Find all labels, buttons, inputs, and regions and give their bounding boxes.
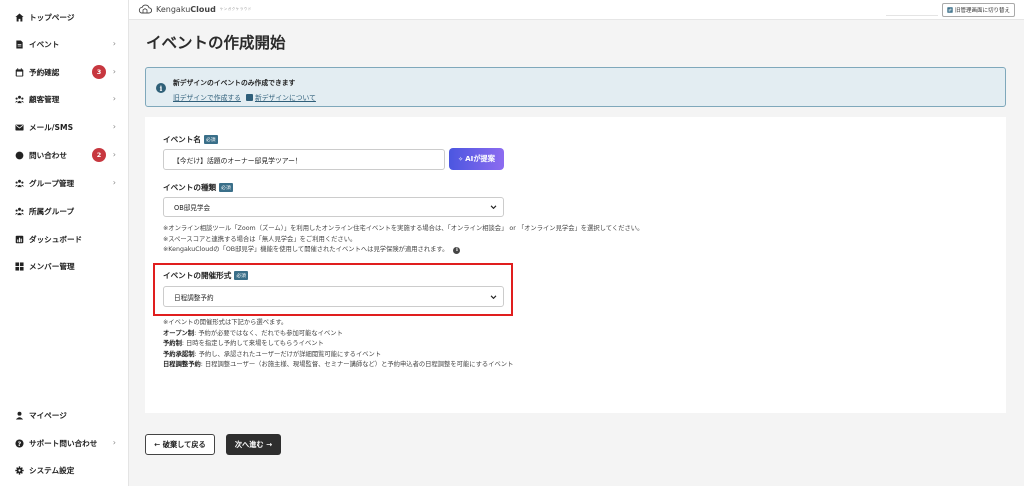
event-type-notes: ※オンライン相談ツール「Zoom（ズーム）」を利用したオンライン住宅イベントを実… — [163, 225, 644, 254]
event-type-select[interactable]: OB邸見学会 — [163, 197, 504, 217]
chevron-down-icon — [490, 205, 497, 210]
sidebar-item-system-settings[interactable]: システム設定 — [14, 462, 122, 478]
header-blank-field — [886, 10, 938, 16]
chevron-right-icon: › — [112, 67, 116, 76]
sidebar-item-event[interactable]: イベント › — [14, 36, 122, 52]
sparkle-icon: ✧ — [458, 155, 464, 163]
chevron-right-icon: › — [112, 39, 116, 48]
chat-icon — [14, 150, 24, 160]
top-bar: KengakuCloud ケンガクケラウド 旧管理画面に切り替え — [129, 0, 1024, 20]
brand-tagline: ケンガクケラウド — [219, 6, 252, 11]
sidebar-item-label: 問い合わせ — [29, 150, 67, 160]
required-badge: 必須 — [203, 135, 218, 144]
sidebar-item-reservation[interactable]: 予約確認 3 › — [14, 64, 122, 80]
notice-box: i 新デザインのイベントのみ作成できます 旧デザインで作成する 新デザインについ… — [145, 67, 1006, 107]
ai-suggest-button[interactable]: ✧ AIが提案 — [449, 148, 504, 170]
chevron-right-icon: › — [112, 438, 116, 447]
discard-back-button[interactable]: ← 破棄して戻る — [145, 434, 215, 455]
chevron-right-icon: › — [112, 150, 116, 159]
document-icon — [14, 39, 24, 49]
event-type-label: イベントの種類 必須 — [163, 183, 233, 192]
cloud-icon — [138, 4, 152, 14]
sidebar-item-support[interactable]: ? サポート問い合わせ › — [14, 435, 122, 451]
brand-logo[interactable]: KengakuCloud ケンガクケラウド — [138, 4, 252, 14]
sidebar-item-members[interactable]: メンバー管理 — [14, 258, 122, 274]
sidebar-item-label: メンバー管理 — [29, 261, 75, 271]
sidebar: トップページ イベント › 予約確認 3 › 顧客管理 › メール/SMS › … — [0, 0, 129, 486]
sidebar-item-dashboard[interactable]: ダッシュボード — [14, 231, 122, 247]
sidebar-item-customers[interactable]: 顧客管理 › — [14, 91, 122, 107]
grid-icon — [14, 261, 24, 271]
sidebar-item-label: 顧客管理 — [29, 94, 60, 104]
page-title: イベントの作成開始 — [146, 34, 286, 52]
sidebar-item-label: グループ管理 — [29, 178, 75, 188]
notification-badge: 3 — [92, 65, 106, 79]
switch-icon — [947, 7, 953, 13]
chevron-right-icon: › — [112, 178, 116, 187]
event-name-input[interactable]: 【今だけ】話題のオーナー邸見学ツアー！ — [163, 149, 445, 170]
sidebar-item-affiliated-group[interactable]: 所属グループ — [14, 203, 122, 219]
group-icon — [14, 178, 24, 188]
event-name-label: イベント名 必須 — [163, 135, 218, 144]
chart-icon — [14, 234, 24, 244]
mail-icon — [14, 122, 24, 132]
event-format-notes: ※イベントの開催形式は下記から選べます。 オープン制: 予約が必要ではなく、だれ… — [163, 319, 514, 369]
required-badge: 必須 — [219, 183, 233, 192]
brand-name: KengakuCloud — [156, 4, 216, 14]
sidebar-item-label: マイページ — [29, 410, 67, 420]
notification-badge: 2 — [92, 148, 106, 162]
sidebar-item-mail[interactable]: メール/SMS › — [14, 119, 122, 135]
sidebar-item-label: ダッシュボード — [29, 234, 83, 244]
sidebar-item-label: サポート問い合わせ — [29, 438, 98, 448]
chevron-right-icon: › — [112, 94, 116, 103]
old-design-link[interactable]: 旧デザインで作成する — [173, 92, 241, 102]
new-design-link[interactable]: 新デザインについて — [255, 92, 316, 102]
sidebar-item-top[interactable]: トップページ — [14, 9, 122, 25]
users-icon — [14, 94, 24, 104]
notice-title: 新デザインのイベントのみ作成できます — [173, 79, 296, 87]
sidebar-item-label: イベント — [29, 39, 60, 49]
calendar-icon — [14, 67, 24, 77]
chevron-right-icon: › — [112, 122, 116, 131]
switch-old-admin-button[interactable]: 旧管理画面に切り替え — [941, 3, 1015, 17]
home-icon — [14, 12, 24, 22]
gear-icon — [14, 465, 24, 475]
sidebar-item-label: メール/SMS — [29, 122, 74, 132]
sidebar-item-inquiry[interactable]: 問い合わせ 2 › — [14, 147, 122, 163]
sidebar-item-group-management[interactable]: グループ管理 › — [14, 175, 122, 191]
svg-text:?: ? — [17, 440, 21, 447]
group-icon — [14, 206, 24, 216]
person-icon — [14, 410, 24, 420]
sidebar-item-label: 所属グループ — [29, 206, 75, 216]
sidebar-item-label: 予約確認 — [29, 67, 60, 77]
sidebar-item-label: システム設定 — [29, 465, 75, 475]
info-icon: i — [156, 83, 166, 93]
highlight-frame — [153, 263, 513, 316]
info-tooltip-icon[interactable]: i — [453, 246, 461, 254]
sidebar-item-label: トップページ — [29, 12, 75, 22]
next-button[interactable]: 次へ進む → — [226, 434, 281, 455]
help-icon: ? — [14, 438, 24, 448]
notice-links: 旧デザインで作成する 新デザインについて — [173, 92, 316, 102]
document-icon — [245, 93, 253, 101]
sidebar-item-mypage[interactable]: マイページ — [14, 407, 122, 423]
